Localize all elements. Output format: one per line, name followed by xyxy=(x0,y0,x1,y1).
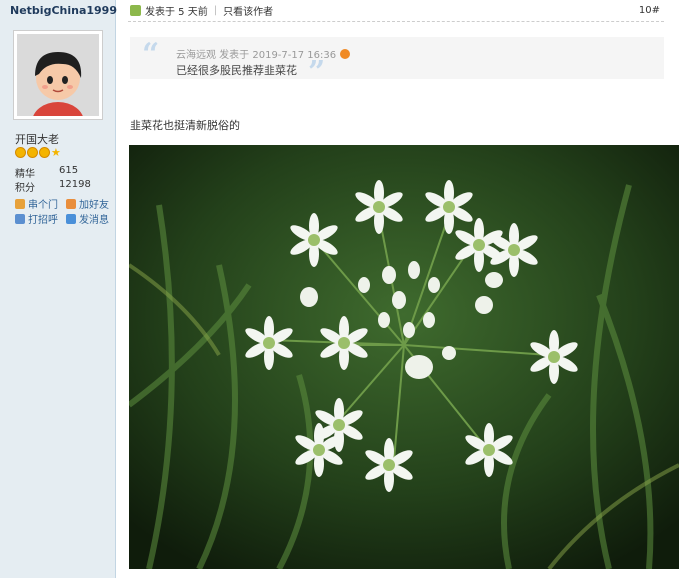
add-friend-icon xyxy=(66,198,76,209)
message-button[interactable]: 发消息 xyxy=(66,211,109,226)
author-username[interactable]: NetbigChina1999 xyxy=(10,4,117,17)
stat-label: 精华 xyxy=(15,169,35,180)
post-time: 发表于 5 天前 xyxy=(145,7,208,18)
visit-button[interactable]: 串个门 xyxy=(15,196,58,211)
stat-value[interactable]: 615 xyxy=(59,165,78,180)
quote-text: 已经很多股民推荐韭菜花 xyxy=(176,64,297,77)
add-friend-label: 加好友 xyxy=(79,200,109,211)
sun-icon xyxy=(15,147,26,158)
avatar[interactable] xyxy=(13,30,103,142)
message-icon xyxy=(66,213,76,224)
star-icon: ★ xyxy=(51,146,61,159)
online-status-icon xyxy=(130,5,141,16)
greet-button[interactable]: 打招呼 xyxy=(15,211,58,226)
sun-icon xyxy=(39,147,50,158)
house-icon xyxy=(15,198,25,209)
avatar-cartoon-icon xyxy=(17,34,99,142)
stat-value[interactable]: 12198 xyxy=(59,179,91,194)
visit-label: 串个门 xyxy=(28,200,58,211)
action-row: 打招呼 发消息 xyxy=(15,211,109,226)
rank-stars: ★ xyxy=(15,147,62,158)
post-header: 发表于 5 天前 | 只看该作者 10# xyxy=(128,0,664,22)
floor-number[interactable]: 10# xyxy=(639,5,660,16)
author-sidebar: NetbigChina1999 开国大老 ★ 精华 615 积分 12198 串… xyxy=(0,0,117,578)
open-quote-icon: “ xyxy=(142,37,160,72)
action-row: 串个门 加好友 xyxy=(15,196,109,211)
add-friend-button[interactable]: 加好友 xyxy=(66,196,109,211)
quote-block: “ 云海远观 发表于 2019-7-17 16:36 已经很多股民推荐韭菜花 ” xyxy=(130,37,664,90)
jump-to-post-icon[interactable] xyxy=(340,48,351,59)
only-author-link[interactable]: 只看该作者 xyxy=(223,3,273,18)
message-label: 发消息 xyxy=(79,215,109,226)
chive-flower-photo xyxy=(129,145,679,569)
close-quote-icon: ” xyxy=(308,55,326,90)
post-body-text: 韭菜花也挺清新脱俗的 xyxy=(130,119,240,132)
stat-row: 精华 615 xyxy=(15,165,78,180)
greet-label: 打招呼 xyxy=(28,215,58,226)
stat-row: 积分 12198 xyxy=(15,179,91,194)
user-rank: 开国大老 xyxy=(15,133,59,146)
wave-icon xyxy=(15,213,25,224)
sun-icon xyxy=(27,147,38,158)
stat-label: 积分 xyxy=(15,183,35,194)
post-image[interactable] xyxy=(129,145,679,569)
